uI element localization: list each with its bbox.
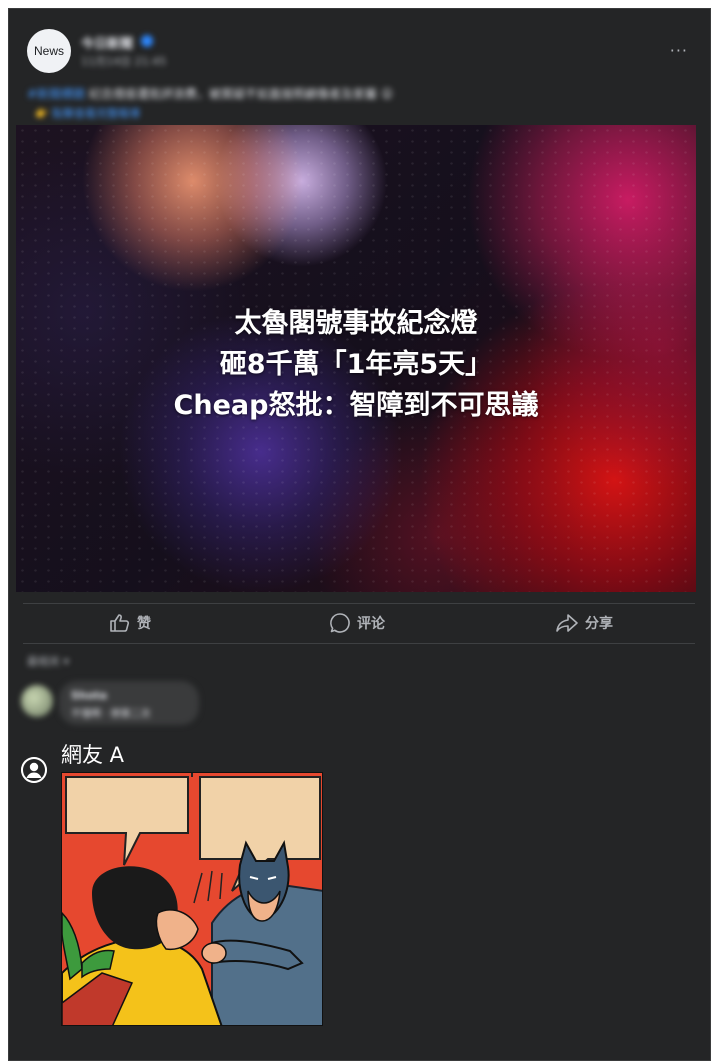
news-image[interactable]: 太魯閣號事故紀念燈 砸8千萬「1年亮5天」 Cheap怒批：智障到不可思議 bbox=[16, 125, 696, 592]
post-caption: #新聞標題 纪念燈座遭批評浪費，被質疑不如直接照顧傷者及家屬 😮 bbox=[27, 85, 393, 102]
batman-slap-meme-illustration bbox=[62, 773, 322, 1025]
comment-button[interactable]: 评论 bbox=[329, 612, 385, 634]
thumbs-up-icon bbox=[110, 614, 130, 632]
user-avatar-icon[interactable] bbox=[21, 757, 47, 783]
headline-line-1: 太魯閣號事故紀念燈 bbox=[234, 308, 478, 339]
news-avatar[interactable]: News bbox=[27, 29, 71, 73]
more-options-icon[interactable]: ··· bbox=[670, 41, 688, 60]
headline-line-2: 砸8千萬「1年亮5天」 bbox=[219, 349, 493, 380]
verified-badge-icon bbox=[141, 35, 153, 47]
comment-label: 评论 bbox=[357, 616, 385, 632]
caption-hashtag[interactable]: #新聞標題 bbox=[27, 87, 85, 101]
comment-sort-dropdown[interactable]: 最相关 ▾ bbox=[27, 653, 69, 669]
headline-line-3: Cheap怒批：智障到不可思議 bbox=[173, 390, 539, 421]
commenter-name[interactable]: Shota bbox=[71, 689, 107, 702]
post-timestamp[interactable]: 11月14日 21:45 bbox=[81, 53, 166, 69]
author-name[interactable]: 今日新聞 bbox=[81, 33, 133, 52]
avatar-label: News bbox=[33, 44, 64, 58]
comment-bubble-icon bbox=[330, 613, 350, 633]
like-label: 赞 bbox=[137, 616, 151, 632]
comment-bubble: Shota 不懂啊 · 想第二次 bbox=[59, 681, 199, 725]
commenter-avatar[interactable] bbox=[21, 685, 53, 717]
person-silhouette-icon bbox=[21, 757, 47, 783]
share-arrow-icon bbox=[556, 614, 578, 632]
comment-text: 不懂啊 · 想第二次 bbox=[71, 709, 151, 720]
post-card: News 今日新聞 11月14日 21:45 ··· #新聞標題 纪念燈座遭批評… bbox=[8, 8, 711, 1061]
like-button[interactable]: 赞 bbox=[109, 612, 151, 634]
caption-text: 纪念燈座遭批評浪費，被質疑不如直接照顧傷者及家屬 😮 bbox=[88, 87, 394, 101]
share-button[interactable]: 分享 bbox=[555, 612, 613, 634]
reply-user-name[interactable]: 網友 A bbox=[61, 739, 124, 769]
share-label: 分享 bbox=[585, 616, 613, 632]
divider-top bbox=[23, 603, 695, 604]
image-headline: 太魯閣號事故紀念燈 砸8千萬「1年亮5天」 Cheap怒批：智障到不可思議 bbox=[16, 303, 696, 426]
meme-image[interactable] bbox=[61, 772, 323, 1026]
caption-more-link[interactable]: 👉 點擊查看完整報導 bbox=[35, 105, 140, 121]
divider-bottom bbox=[23, 643, 695, 644]
